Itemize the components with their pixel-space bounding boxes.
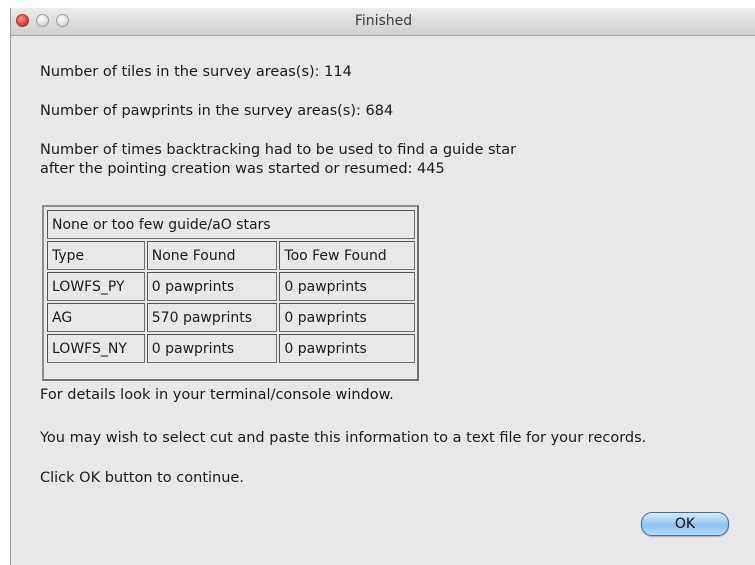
window-title: Finished xyxy=(354,13,413,29)
table-caption: None or too few guide/aO stars xyxy=(47,210,415,239)
table-cell-none-found: 0 pawprints xyxy=(146,334,278,363)
ok-button[interactable]: OK xyxy=(641,512,729,536)
window-titlebar[interactable]: Finished xyxy=(11,8,755,36)
tiles-count-text: Number of tiles in the survey areas(s): … xyxy=(40,64,352,80)
column-header-too-few-found: Too Few Found xyxy=(279,241,415,270)
table-header-row: Type None Found Too Few Found xyxy=(47,241,415,270)
table-cell-type: LOWFS_PY xyxy=(47,272,145,301)
guide-star-table-grid: None or too few guide/aO stars Type None… xyxy=(45,208,417,365)
table-cell-too-few-found: 0 pawprints xyxy=(279,272,415,301)
table-cell-too-few-found: 0 pawprints xyxy=(279,303,415,332)
table-cell-type: AG xyxy=(47,303,145,332)
backtracking-text-line2: after the pointing creation was started … xyxy=(40,161,445,177)
guide-star-table: None or too few guide/aO stars Type None… xyxy=(42,205,419,381)
table-cell-too-few-found: 0 pawprints xyxy=(279,334,415,363)
table-cell-none-found: 570 pawprints xyxy=(146,303,278,332)
backtracking-text-line1: Number of times backtracking had to be u… xyxy=(40,142,517,158)
table-cell-none-found: 0 pawprints xyxy=(146,272,278,301)
table-row: LOWFS_PY 0 pawprints 0 pawprints xyxy=(47,272,415,301)
table-row: LOWFS_NY 0 pawprints 0 pawprints xyxy=(47,334,415,363)
column-header-none-found: None Found xyxy=(146,241,278,270)
table-cell-type: LOWFS_NY xyxy=(47,334,145,363)
finished-dialog: Finished Number of tiles in the survey a… xyxy=(10,8,755,565)
column-header-type: Type xyxy=(47,241,145,270)
copy-hint-text: You may wish to select cut and paste thi… xyxy=(40,430,647,446)
continue-hint-text: Click OK button to continue. xyxy=(40,470,244,486)
table-row: AG 570 pawprints 0 pawprints xyxy=(47,303,415,332)
details-hint-text: For details look in your terminal/consol… xyxy=(40,387,394,403)
pawprints-count-text: Number of pawprints in the survey areas(… xyxy=(40,103,394,119)
table-caption-row: None or too few guide/aO stars xyxy=(47,210,415,239)
